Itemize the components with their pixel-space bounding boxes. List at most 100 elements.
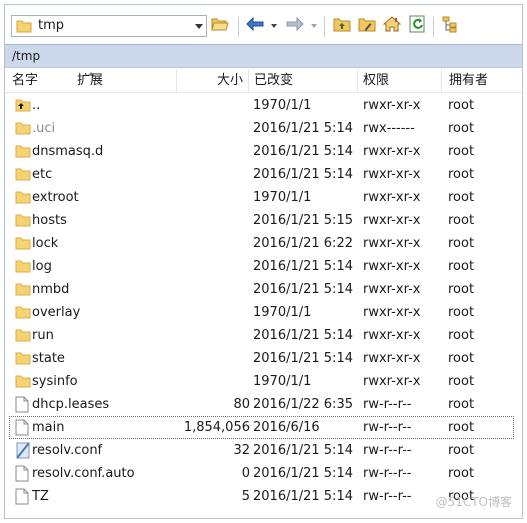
file-permissions: rwxr-xr-x [363,213,421,228]
file-modified: 2016/1/21 5:14 [253,489,353,504]
file-permissions: rw-r--r-- [363,466,412,481]
file-name: TZ [32,489,49,504]
file-row[interactable]: .. 1970/1/1 rwxr-xr-x root [5,94,522,117]
forward-history-dropdown[interactable] [311,24,317,28]
file-row[interactable]: nmbd 2016/1/21 5:14 rwxr-xr-x root [5,278,522,301]
folder-icon [15,281,33,299]
back-button[interactable] [244,15,266,37]
file-owner: root [448,190,475,205]
tree-view-icon [441,15,459,37]
path-combo-value: tmp [38,18,65,33]
file-row[interactable]: main 1,854,056 2016/6/16 rw-r--r-- root [5,416,522,439]
file-row[interactable]: dnsmasq.d 2016/1/21 5:14 rwxr-xr-x root [5,140,522,163]
file-modified: 2016/1/21 5:15 [253,213,353,228]
file-row[interactable]: run 2016/1/21 5:14 rwxr-xr-x root [5,324,522,347]
file-owner: root [448,351,475,366]
file-row[interactable]: etc 2016/1/21 5:14 rwxr-xr-x root [5,163,522,186]
back-arrow-icon [246,16,264,35]
file-row[interactable]: resolv.conf 32 2016/1/21 5:14 rw-r--r-- root [5,439,522,462]
file-row[interactable]: log 2016/1/21 5:14 rwxr-xr-x root [5,255,522,278]
path-combo-box[interactable]: tmp [11,15,207,37]
folder-icon [15,258,33,276]
file-name: .. [32,98,41,113]
back-history-dropdown[interactable] [271,24,277,28]
refresh-button[interactable] [406,15,428,37]
file-name: main [32,420,65,435]
file-name: hosts [32,213,67,228]
new-folder-icon [358,16,376,36]
folder-icon [15,212,33,230]
file-name: sysinfo [32,374,78,389]
file-permissions: rw-r--r-- [363,443,412,458]
file-name: state [32,351,65,366]
file-row[interactable]: dhcp.leases 80 2016/1/22 6:35 rw-r--r-- root [5,393,522,416]
column-header-name[interactable]: 名字 [5,69,77,93]
file-name: nmbd [32,282,70,297]
toolbar-separator [324,17,325,37]
column-header-owner[interactable]: 拥有者 [442,69,522,93]
file-permissions: rwxr-xr-x [363,305,421,320]
file-owner: root [448,259,475,274]
new-folder-button[interactable] [356,15,378,37]
chevron-down-icon[interactable] [195,24,203,29]
file-icon [15,465,33,483]
home-button[interactable] [381,15,403,37]
file-name: extroot [32,190,79,205]
file-owner: root [448,397,475,412]
file-name: run [32,328,54,343]
current-path: /tmp [12,49,41,63]
file-row[interactable]: lock 2016/1/21 6:22 rwxr-xr-x root [5,232,522,255]
file-size: 1,854,056 [183,420,250,435]
file-size: 0 [241,466,250,481]
file-row[interactable]: hosts 2016/1/21 5:15 rwxr-xr-x root [5,209,522,232]
watermark: @51CTO博客 [435,495,512,509]
file-icon [15,419,33,437]
file-permissions: rwx------ [363,121,415,136]
file-modified: 2016/1/21 5:14 [253,328,353,343]
file-name: dnsmasq.d [32,144,104,159]
file-row[interactable]: .uci 2016/1/21 5:14 rwx------ root [5,117,522,140]
file-modified: 2016/1/21 5:14 [253,443,353,458]
file-name: dhcp.leases [32,397,110,412]
file-row[interactable]: sysinfo 1970/1/1 rwxr-xr-x root [5,370,522,393]
file-permissions: rwxr-xr-x [363,144,421,159]
file-modified: 1970/1/1 [253,374,312,389]
parent-folder-button[interactable] [331,15,353,37]
file-owner: root [448,98,475,113]
file-row[interactable]: extroot 1970/1/1 rwxr-xr-x root [5,186,522,209]
folder-icon [15,350,33,368]
file-name: etc [32,167,53,182]
file-owner: root [448,167,475,182]
file-permissions: rwxr-xr-x [363,190,421,205]
open-folder-icon [211,16,229,36]
file-modified: 1970/1/1 [253,305,312,320]
file-modified: 2016/1/21 5:14 [253,259,353,274]
file-modified: 2016/1/22 6:35 [253,397,353,412]
file-row[interactable]: overlay 1970/1/1 rwxr-xr-x root [5,301,522,324]
column-header-size[interactable]: 大小 [177,69,249,93]
file-owner: root [448,374,475,389]
file-name: log [32,259,52,274]
file-modified: 2016/1/21 5:14 [253,466,353,481]
tree-view-button[interactable] [439,15,461,37]
open-folder-button[interactable] [209,15,231,37]
folder-icon [15,143,33,161]
file-name: lock [32,236,59,251]
file-owner: root [448,328,475,343]
folder-icon [15,373,33,391]
file-row[interactable]: resolv.conf.auto 0 2016/1/21 5:14 rw-r--r--… [5,462,522,485]
column-header-modified[interactable]: 已改变 [249,69,358,93]
file-link-icon [15,442,33,460]
file-permissions: rwxr-xr-x [363,351,421,366]
column-header-ext[interactable]: 扩展 [77,69,177,93]
column-header-permissions[interactable]: 权限 [358,69,442,93]
folder-icon [15,304,33,322]
file-size: 5 [241,489,250,504]
file-browser-window: tmp /tmp 名字 扩展 大小 已改变 权限 拥有者 .. 1970/1/1… [4,4,523,519]
file-permissions: rwxr-xr-x [363,98,421,113]
file-row[interactable]: state 2016/1/21 5:14 rwxr-xr-x root [5,347,522,370]
forward-button[interactable] [284,15,306,37]
file-permissions: rwxr-xr-x [363,167,421,182]
file-modified: 2016/1/21 5:14 [253,351,353,366]
file-permissions: rwxr-xr-x [363,236,421,251]
